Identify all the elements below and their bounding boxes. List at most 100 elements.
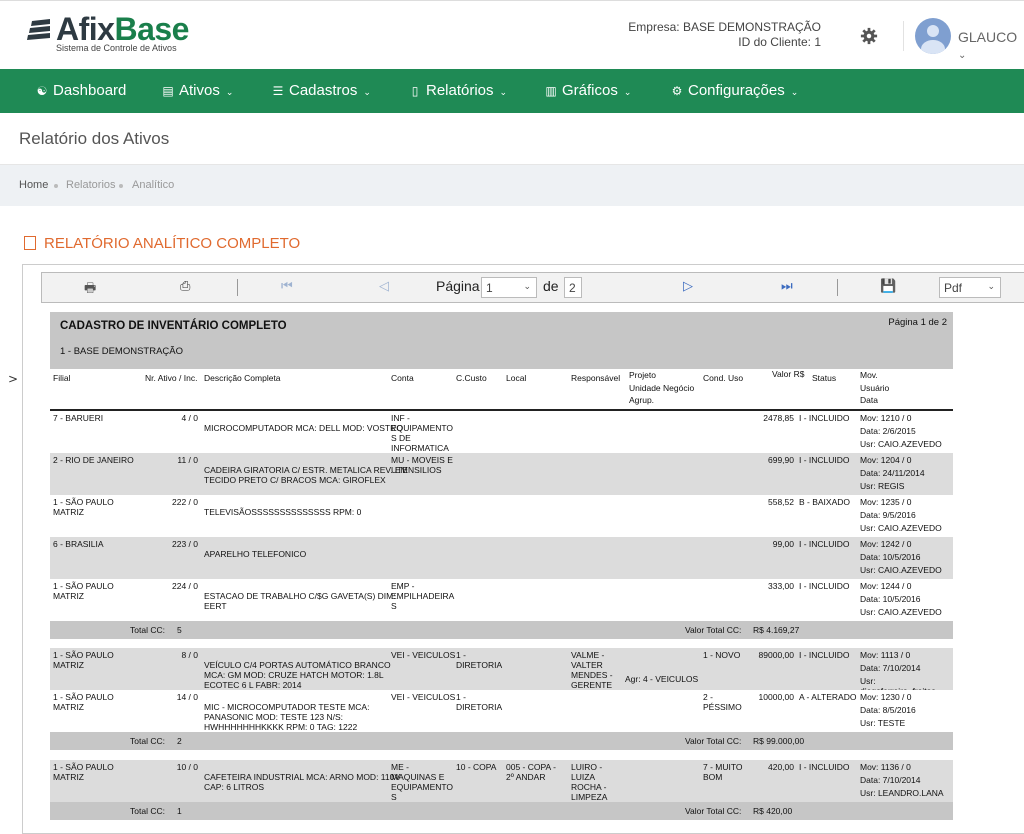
cell-ccusto: 10 - COPA [456, 762, 497, 772]
total-cc-label: Total CC: [130, 625, 165, 635]
cell-filial: 1 - SÃO PAULO MATRIZ [53, 581, 114, 601]
cell-data: Data: 24/11/2014 [860, 468, 925, 478]
cell-cond: 7 - MUITO BOM [703, 762, 743, 782]
toolbar-separator [837, 279, 838, 296]
cell-conta: ME - MAQUINAS E EQUIPAMENTO S [391, 762, 454, 802]
avatar[interactable] [915, 18, 951, 54]
cell-valor: 558,52 [768, 497, 794, 507]
breadcrumb-home[interactable]: Home [19, 179, 48, 191]
cell-data: Data: 7/10/2014 [860, 663, 921, 673]
col-cond-uso: Cond. Uso [703, 373, 744, 383]
print-settings-icon[interactable]: ⎙ [180, 279, 190, 294]
chevron-down-icon: ⌄ [623, 87, 632, 97]
table-row: 1 - SÃO PAULO MATRIZ 14 / 0 MIC - MICROCOM… [50, 690, 953, 732]
cell-nr: 4 / 0 [181, 413, 198, 423]
company-info: Empresa: BASE DEMONSTRAÇÃO ID do Cliente… [628, 20, 821, 50]
first-page-icon[interactable]: ⏮ [281, 279, 293, 294]
nav-ativos[interactable]: ▤ Ativos ⌄ [161, 69, 233, 113]
col-status: Status [812, 373, 837, 383]
cell-filial: 1 - SÃO PAULO MATRIZ [53, 762, 114, 782]
table-row: 6 - BRASILIA 223 / 0 APARELHO TELEFONICO 99… [50, 537, 953, 579]
chevron-down-icon: ⌄ [225, 87, 234, 97]
cell-resp: VALME - VALTER MENDES - GERENTE [571, 650, 613, 690]
cell-projeto: Agr: 4 - VEICULOS [625, 674, 699, 684]
total-cc-label: Total CC: [130, 736, 165, 746]
nav-graficos[interactable]: ▥ Gráficos ⌄ [544, 69, 631, 113]
cell-nr: 223 / 0 [172, 539, 198, 549]
cell-mov: Mov: 1235 / 0 [860, 497, 912, 507]
cell-filial: 1 - SÃO PAULO MATRIZ [53, 650, 114, 670]
chevron-down-icon: ⌄ [987, 281, 995, 291]
page-select[interactable]: 1 ⌄ [481, 277, 537, 298]
cell-mov: Mov: 1230 / 0 [860, 692, 912, 702]
cell-usr: Usr: REGIS [860, 481, 905, 491]
user-menu[interactable]: GLAUCO ⌄ [958, 29, 1024, 61]
cell-status: I - INCLUIDO [799, 762, 850, 772]
document-icon [24, 236, 36, 250]
breadcrumb-relatorios[interactable]: Relatorios [66, 179, 116, 191]
cell-mov: Mov: 1204 / 0 [860, 455, 912, 465]
cell-resp: LUIRO - LUIZA ROCHA - LIMPEZA [571, 762, 608, 802]
group-total-row: Total CC: 5 Valor Total CC: R$ 4.169,27 [50, 621, 953, 639]
ativos-icon: ▤ [162, 84, 174, 98]
next-page-icon[interactable]: ▷ [683, 279, 693, 294]
cell-valor: 99,00 [772, 539, 794, 549]
total-cc-count: 1 [177, 806, 182, 816]
cell-mov: Mov: 1210 / 0 [860, 413, 912, 423]
nav-relatorios[interactable]: ▯ Relatórios ⌄ [408, 69, 507, 113]
cell-conta: MU - MOVEIS E UTENSILIOS [391, 455, 453, 475]
logo-tagline: Sistema de Controle de Ativos [56, 43, 177, 53]
expand-arrow-icon[interactable]: > [8, 372, 18, 386]
nav-cadastros[interactable]: ☰ Cadastros ⌄ [271, 69, 371, 113]
cell-conta: VEI - VEICULOS [391, 650, 456, 660]
header-divider [903, 21, 904, 51]
breadcrumb-separator [119, 184, 123, 188]
save-icon[interactable]: 💾 [880, 279, 896, 294]
valor-total-value: R$ 420,00 [753, 806, 793, 816]
cell-status: I - INCLUIDO [799, 581, 850, 591]
user-name: GLAUCO [958, 29, 1018, 45]
cell-cond: 1 - NOVO [703, 650, 741, 660]
cell-status: I - INCLUIDO [799, 650, 850, 660]
page-header: Relatório dos Ativos [0, 113, 1024, 165]
nav-dashboard[interactable]: ☯ Dashboard [35, 69, 127, 113]
total-cc-label: Total CC: [130, 806, 165, 816]
col-descricao: Descrição Completa [204, 373, 281, 383]
afixbase-logo[interactable]: AfixBase Sistema de Controle de Ativos [26, 11, 206, 57]
list-icon: ☰ [272, 84, 284, 98]
nav-configuracoes[interactable]: ⚙ Configurações ⌄ [670, 69, 799, 113]
cell-usr: Usr: LEANDRO.LANA [860, 788, 944, 798]
cell-ccusto: 1 - DIRETORIA [456, 650, 503, 670]
cell-usr: Usr: CAIO.AZEVEDO [860, 523, 942, 533]
report-title: CADASTRO DE INVENTÁRIO COMPLETO [60, 320, 287, 332]
cell-conta: EMP - EMPILHADEIRA S [391, 581, 455, 611]
print-icon[interactable]: 🖶 [84, 279, 96, 301]
valor-total-label: Valor Total CC: [685, 736, 742, 746]
report-column-headers: Filial Nr. Ativo / Inc. Descrição Comple… [50, 369, 953, 411]
last-page-icon[interactable]: ⏭ [781, 279, 793, 294]
file-icon: ▯ [411, 84, 419, 98]
cell-desc: MICROCOMPUTADOR MCA: DELL MOD: VOSTRO [204, 423, 403, 433]
cell-desc: CAFETEIRA INDUSTRIAL MCA: ARNO MOD: 110V… [204, 772, 401, 792]
previous-page-icon[interactable]: ◁ [379, 279, 389, 294]
cell-local: 005 - COPA - 2º ANDAR [506, 762, 556, 782]
logo-mark-icon [27, 19, 50, 40]
col-responsavel: Responsável [571, 373, 621, 383]
cell-nr: 222 / 0 [172, 497, 198, 507]
export-format-select[interactable]: Pdf ⌄ [939, 277, 1001, 298]
total-cc-count: 2 [177, 736, 182, 746]
section-title: RELATÓRIO ANALÍTICO COMPLETO [24, 235, 300, 252]
table-row: 7 - BARUERI 4 / 0 MICROCOMPUTADOR MCA: DEL… [50, 411, 953, 453]
col-local: Local [506, 373, 527, 383]
cell-conta: VEI - VEICULOS [391, 692, 456, 702]
cell-desc: ESTACAO DE TRABALHO C/$G GAVETA(S) DIM: … [204, 591, 396, 611]
breadcrumb: Home Relatorios Analítico [0, 165, 1024, 206]
col-mov: Mov. Usuário Data [860, 370, 890, 405]
gear-icon[interactable] [860, 27, 878, 45]
cell-valor: 333,00 [768, 581, 794, 591]
cell-status: I - INCLUIDO [799, 413, 850, 423]
cell-nr: 8 / 0 [181, 650, 198, 660]
col-ccusto: C.Custo [456, 373, 487, 383]
page-label: Página [436, 278, 480, 294]
cell-conta: INF - EQUIPAMENTO S DE INFORMATICA [391, 413, 454, 453]
